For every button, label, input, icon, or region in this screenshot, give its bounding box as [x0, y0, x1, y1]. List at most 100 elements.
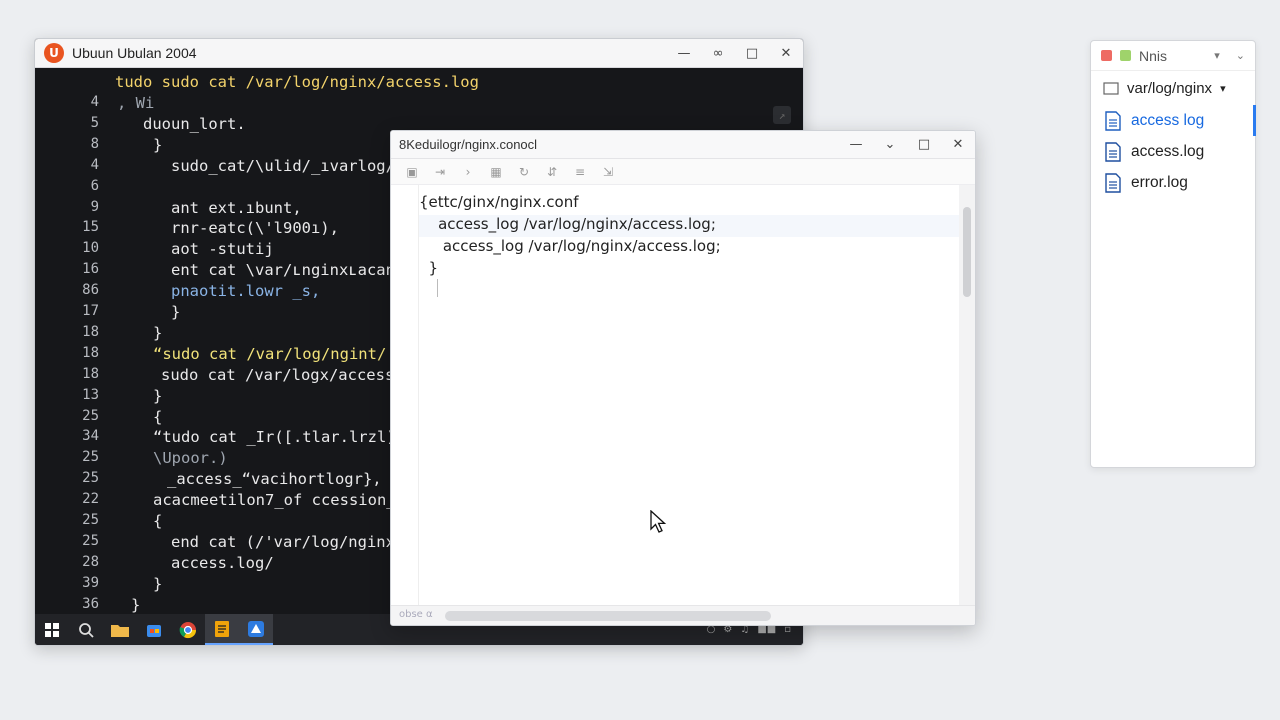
terminal-code: rnr-eatc(\'l900ı), — [171, 219, 339, 238]
line-number: 16 — [82, 261, 99, 278]
minimize-button[interactable]: — — [667, 39, 701, 67]
terminal-line: 4 , Wi — [35, 94, 803, 115]
line-number: 25 — [82, 512, 99, 528]
chrome-icon[interactable] — [171, 614, 205, 645]
indent-icon[interactable]: ⇥ — [427, 162, 453, 182]
editor-title: 8Keduilogr/nginx.conocl — [399, 137, 538, 152]
file-item-access-log-selected[interactable]: access log — [1091, 105, 1256, 136]
terminal-code: } — [153, 574, 163, 593]
editor-window[interactable]: 8Keduilogr/nginx.conocl — ⌄ □ ✕ ▣ ⇥ › ▦ … — [390, 130, 976, 626]
format-icon[interactable]: ≡ — [567, 162, 593, 182]
terminal-code: duoun_lort. — [143, 114, 246, 133]
link-icon[interactable]: ∞ — [701, 39, 735, 67]
line-number: 6 — [90, 177, 99, 194]
close-button[interactable]: ✕ — [769, 39, 803, 67]
mouse-pointer-icon — [650, 510, 667, 533]
terminal-code: “tudo cat _Ir([.tlar.lrzl)_₂ — [153, 428, 415, 447]
editor-gutter — [391, 185, 419, 605]
line-number: 25 — [82, 407, 99, 424]
terminal-code: ent cat \var/ʟnginxʟacanen, — [171, 261, 423, 280]
refresh-icon[interactable]: ↻ — [511, 162, 537, 182]
editor-text-area[interactable]: {ettc/ginx/nginx.conf access_log /var/lo… — [391, 185, 959, 605]
line-number: 10 — [82, 240, 99, 257]
editor-minimize-button[interactable]: — — [839, 131, 873, 158]
file-icon — [1105, 141, 1121, 162]
line-number: 34 — [82, 428, 99, 445]
editor-status-text: obse α — [399, 609, 433, 620]
line-number: 4 — [90, 94, 99, 110]
chevron-down-icon[interactable]: ⌄ — [1236, 49, 1245, 62]
chevron-right-icon[interactable]: › — [455, 162, 481, 182]
line-number: 4 — [90, 156, 99, 173]
terminal-code: sudo cat /var/logx/access.lo — [161, 365, 423, 384]
file-item-access-log[interactable]: access.log — [1091, 136, 1255, 167]
vertical-scrollbar[interactable] — [959, 185, 975, 605]
editor-dropdown-icon[interactable]: ⌄ — [873, 131, 907, 158]
terminal-code: } — [153, 135, 163, 154]
search-icon[interactable] — [69, 614, 103, 645]
line-number: 18 — [82, 365, 99, 382]
editor-titlebar[interactable]: 8Keduilogr/nginx.conocl — ⌄ □ ✕ — [391, 131, 975, 159]
horizontal-scroll-thumb[interactable] — [445, 611, 771, 621]
maximize-button[interactable]: □ — [735, 39, 769, 67]
line-number: 18 — [82, 344, 99, 361]
path-chevron-icon[interactable]: ▾ — [1220, 82, 1226, 95]
file-icon — [1105, 172, 1121, 193]
red-dot-icon[interactable] — [1101, 50, 1112, 61]
store-icon[interactable] — [137, 614, 171, 645]
terminal-code: } — [131, 595, 141, 614]
terminal-code: { — [153, 512, 163, 530]
terminal-code: ant ext.ıbunt, — [171, 198, 302, 217]
file-item-label: error.log — [1131, 173, 1188, 191]
editor-line[interactable]: access_log /var/log/nginx/access.log; — [419, 215, 959, 237]
line-number: 36 — [82, 595, 99, 612]
expand-icon[interactable]: ⇲ — [595, 162, 621, 182]
vertical-scroll-thumb[interactable] — [963, 207, 971, 297]
sort-icon[interactable]: ⇵ — [539, 162, 565, 182]
green-dot-icon[interactable] — [1120, 50, 1131, 61]
editor-line[interactable]: access_log /var/log/nginx/access.log; — [419, 237, 959, 259]
line-number: 18 — [82, 323, 99, 340]
editor-line[interactable]: } — [419, 259, 959, 281]
terminal-code: } — [153, 386, 163, 405]
notes-icon[interactable] — [205, 614, 239, 645]
terminal-titlebar[interactable]: U Ubuun Ubulan 2004 — ∞ □ ✕ — [35, 39, 803, 68]
file-icon — [1105, 110, 1121, 131]
azure-icon[interactable] — [239, 614, 273, 645]
terminal-code: , Wi — [117, 94, 155, 112]
file-item-error-log[interactable]: error.log — [1091, 167, 1255, 198]
folder-outline-icon — [1103, 82, 1119, 95]
terminal-code: acacmeetilon7_of ccession_lo — [153, 491, 415, 510]
save-icon[interactable]: ▣ — [399, 162, 425, 182]
horizontal-scrollbar[interactable]: obse α — [391, 605, 975, 625]
line-number: 15 — [82, 219, 99, 236]
folder-path-label: var/log/nginx — [1127, 79, 1213, 97]
terminal-code: end cat (/'var/log/nginx/ — [171, 532, 405, 551]
image-icon[interactable]: ▦ — [483, 162, 509, 182]
ubuntu-logo-icon: U — [44, 43, 64, 63]
line-number: 13 — [82, 386, 99, 403]
terminal-code: \Upoor.) — [153, 449, 228, 468]
terminal-code: access.log/ — [171, 553, 274, 572]
terminal-code: } — [171, 303, 181, 321]
terminal-code: pnaotit.lowr _s, — [171, 282, 321, 301]
editor-close-button[interactable]: ✕ — [941, 131, 975, 158]
line-number: 86 — [82, 282, 99, 299]
file-panel-header: Nnis ▾ ⌄ — [1091, 41, 1255, 71]
line-number: 25 — [82, 449, 99, 466]
file-browser-panel[interactable]: Nnis ▾ ⌄ var/log/nginx ▾ access log acce… — [1090, 40, 1256, 468]
chevron-down-small-icon[interactable]: ▾ — [1214, 49, 1220, 62]
line-number: 25 — [82, 532, 99, 549]
editor-maximize-button[interactable]: □ — [907, 131, 941, 158]
folder-path[interactable]: var/log/nginx ▾ — [1091, 71, 1255, 105]
line-number: 25 — [82, 470, 99, 487]
file-item-label: access.log — [1131, 142, 1205, 160]
terminal-code: sudo_cat/\ulid/_ıvarlog/₄ — [171, 156, 405, 175]
folder-icon[interactable] — [103, 614, 137, 645]
line-number: 22 — [82, 491, 99, 508]
terminal-title: Ubuun Ubulan 2004 — [72, 45, 197, 61]
start-icon[interactable] — [35, 614, 69, 645]
editor-line[interactable]: {ettc/ginx/nginx.conf — [419, 193, 959, 215]
terminal-code: } — [153, 323, 163, 342]
line-number: 9 — [90, 198, 99, 215]
